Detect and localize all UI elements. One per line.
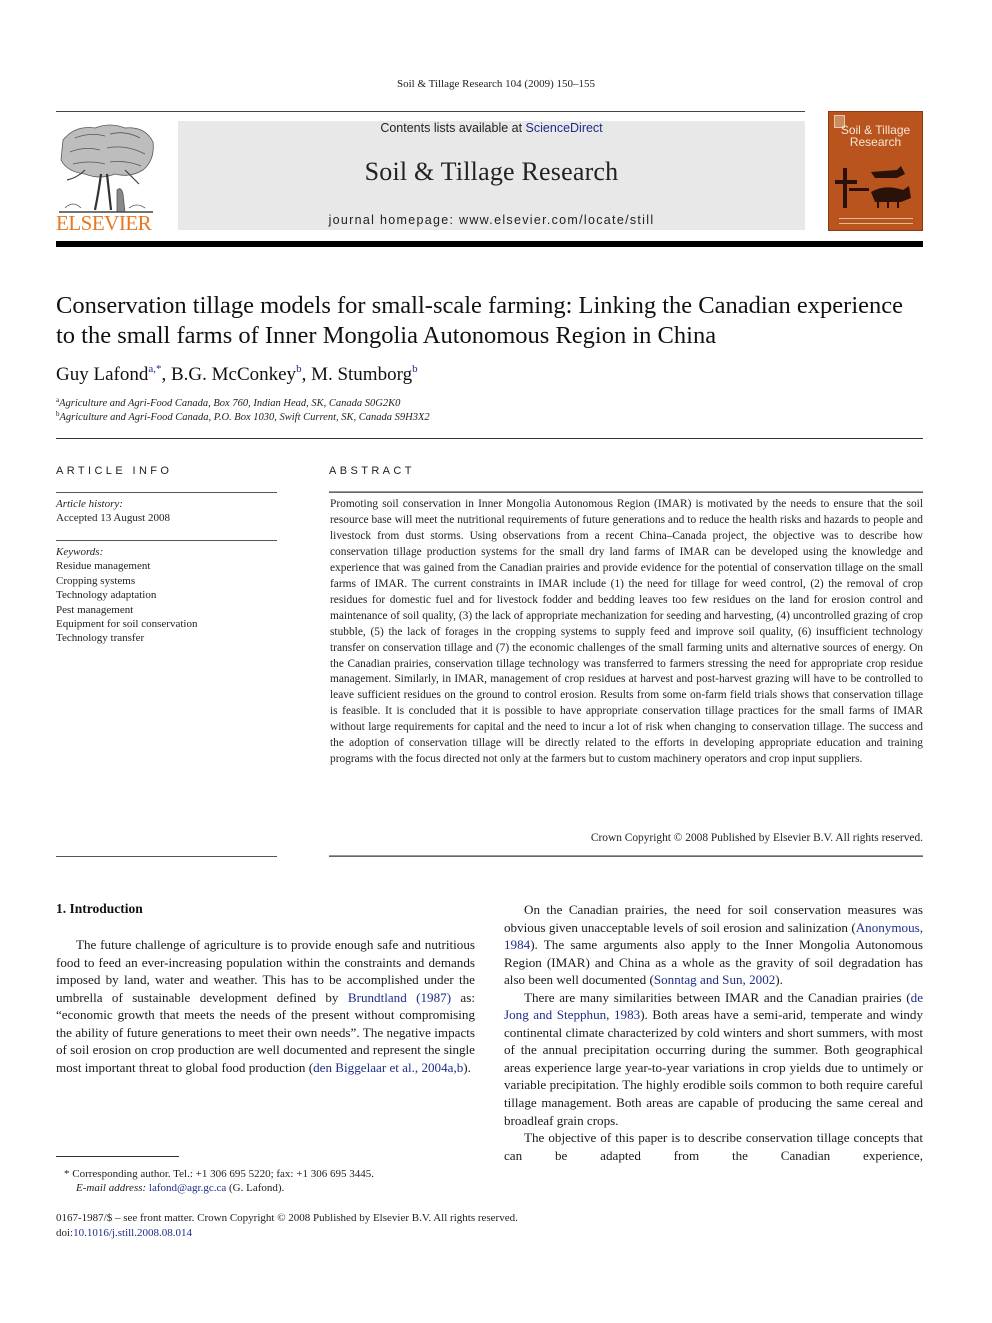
abstract-body: Promoting soil conservation in Inner Mon… (330, 498, 923, 766)
article-title: Conservation tillage models for small-sc… (56, 292, 904, 349)
footnote-divider (56, 1156, 179, 1157)
history-label: Article history: (56, 498, 123, 510)
article-info-heading: ARTICLE INFO (56, 465, 173, 477)
affiliation-text: Agriculture and Agri-Food Canada, Box 76… (59, 398, 401, 409)
author-separator: , (161, 364, 171, 385)
header-divider (56, 438, 923, 439)
running-head: Soil & Tillage Research 104 (2009) 150–1… (397, 78, 595, 90)
keywords-label: Keywords: (56, 546, 104, 558)
author-name: Guy Lafond (56, 364, 149, 385)
sciencedirect-link[interactable]: ScienceDirect (526, 121, 603, 135)
affiliation-text: Agriculture and Agri-Food Canada, P.O. B… (59, 412, 430, 423)
cover-petroglyph-icon (835, 166, 911, 208)
cover-footer-band (839, 218, 913, 224)
abstract-divider-top (329, 491, 923, 493)
info-divider (56, 856, 277, 857)
keywords-block: Keywords: Residue management Cropping sy… (56, 545, 277, 646)
abstract-divider-bottom (329, 855, 923, 857)
author-separator: , (301, 364, 312, 385)
journal-homepage-link[interactable]: journal homepage: www.elsevier.com/locat… (178, 213, 805, 227)
email-link[interactable]: lafond@agr.gc.ca (149, 1182, 226, 1194)
author-affiliation-link[interactable]: a,* (148, 363, 161, 375)
contents-availability: Contents lists available at ScienceDirec… (178, 121, 805, 135)
body-paragraph: On the Canadian prairies, the need for s… (504, 901, 923, 989)
body-column-right: On the Canadian prairies, the need for s… (504, 901, 923, 1164)
author-name: M. Stumborg (311, 364, 413, 385)
citation-link[interactable]: Sonntag and Sun, 2002 (654, 972, 775, 987)
paragraph-text: ). (775, 972, 783, 988)
body-paragraph: The objective of this paper is to descri… (504, 1129, 923, 1164)
keyword-item: Cropping systems (56, 574, 136, 587)
email-suffix: (G. Lafond). (226, 1182, 285, 1194)
journal-title: Soil & Tillage Research (364, 157, 619, 186)
doi-line: doi:10.1016/j.still.2008.08.014 (56, 1227, 192, 1239)
paragraph-text: ). (463, 1059, 471, 1075)
keyword-item: Technology transfer (56, 632, 145, 645)
journal-cover-image: Soil & Tillage Research (828, 111, 923, 231)
author-name: B.G. McConkey (170, 364, 297, 385)
corresponding-author-footnote: * Corresponding author. Tel.: +1 306 695… (64, 1168, 374, 1180)
email-label: E-mail address: (76, 1182, 149, 1194)
info-divider (56, 540, 277, 541)
article-history: Article history: Accepted 13 August 2008 (56, 497, 277, 526)
citation-link[interactable]: Brundtland (1987) (348, 990, 451, 1005)
masthead-top-rule (56, 111, 805, 112)
paragraph-text: The objective of this paper is to descri… (504, 1130, 923, 1163)
cover-title-line-2: Research (849, 135, 902, 149)
elsevier-wordmark: ELSEVIER (56, 211, 152, 235)
abstract-copyright: Crown Copyright © 2008 Published by Else… (590, 832, 923, 844)
affiliation-b: bAgriculture and Agri-Food Canada, P.O. … (56, 410, 430, 423)
body-paragraph: The future challenge of agriculture is t… (56, 936, 475, 1076)
keyword-item: Technology adaptation (56, 589, 157, 602)
paragraph-text: There are many similarities between IMAR… (524, 989, 911, 1005)
contents-prefix: Contents lists available at (380, 121, 526, 135)
doi-link[interactable]: 10.1016/j.still.2008.08.014 (73, 1227, 192, 1239)
keyword-item: Residue management (56, 560, 151, 573)
citation-link[interactable]: den Biggelaar et al., 2004a,b (313, 1060, 463, 1075)
cover-title: Soil & Tillage Research (829, 124, 922, 148)
info-divider (56, 492, 277, 493)
author-affiliation-link[interactable]: b (412, 363, 418, 375)
front-matter-line: 0167-1987/$ – see front matter. Crown Co… (56, 1212, 518, 1224)
body-column-left: The future challenge of agriculture is t… (56, 936, 475, 1076)
author-list: Guy Lafonda,*, B.G. McConkey b, M. Stumbo… (56, 363, 418, 386)
keyword-item: Pest management (56, 603, 134, 616)
section-heading-introduction: 1. Introduction (56, 901, 143, 916)
masthead-thick-rule (56, 241, 923, 247)
keyword-item: Equipment for soil conservation (56, 618, 198, 631)
paragraph-text: ). Both areas have a semi-arid, temperat… (504, 1007, 923, 1128)
body-paragraph: There are many similarities between IMAR… (504, 989, 923, 1129)
affiliation-a: aAgriculture and Agri-Food Canada, Box 7… (56, 396, 400, 409)
abstract-heading: ABSTRACT (329, 465, 415, 477)
email-footnote: E-mail address: lafond@agr.gc.ca (G. Laf… (56, 1182, 486, 1194)
history-accepted-date: Accepted 13 August 2008 (56, 512, 170, 525)
doi-prefix: doi: (56, 1227, 74, 1239)
